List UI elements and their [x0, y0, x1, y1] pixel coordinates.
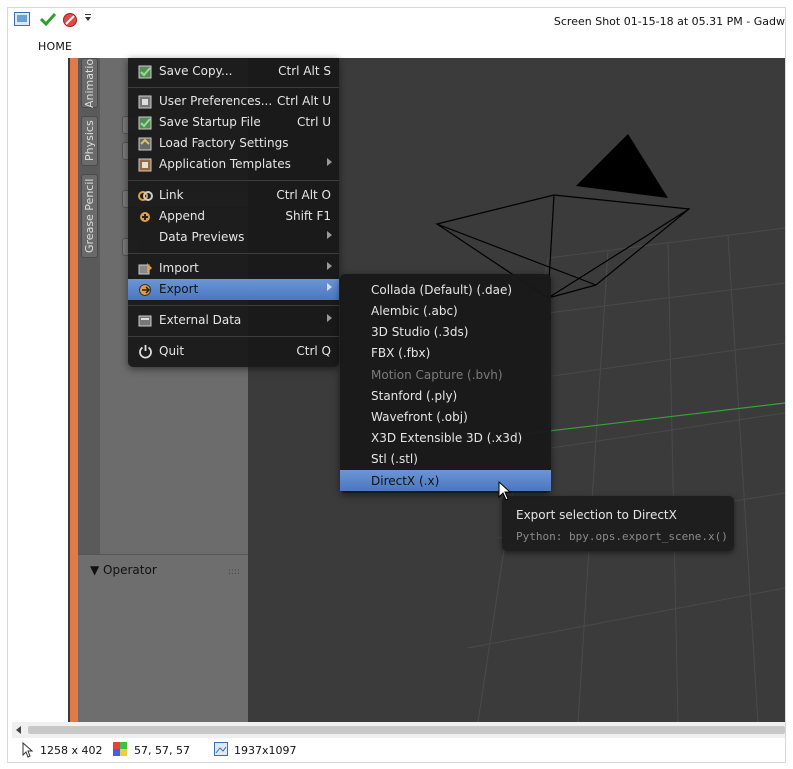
import-icon [137, 261, 153, 276]
image-size: 1937x1097 [234, 744, 297, 757]
menu-item-quit[interactable]: Quit Ctrl Q [128, 341, 339, 362]
scrollbar-thumb[interactable] [28, 726, 785, 734]
export-motion-capture: Motion Capture (.bvh) [371, 368, 503, 382]
export-x3d[interactable]: X3D Extensible 3D (.x3d) [340, 427, 551, 448]
image-margin [12, 58, 68, 722]
append-icon [137, 209, 153, 224]
tab-grease-pencil[interactable]: Grease Pencil [81, 174, 98, 258]
tooltip-python: Python: bpy.ops.export_scene.x() [516, 530, 728, 543]
menu-item-append[interactable]: Append Shift F1 [128, 206, 339, 227]
export-stanford[interactable]: Stanford (.ply) [340, 385, 551, 406]
title-bar: Screen Shot 01-15-18 at 05.31 PM - Gadw [8, 8, 785, 34]
menu-item-application-templates[interactable]: Application Templates [128, 154, 339, 175]
export-stl[interactable]: Stl (.stl) [340, 448, 551, 469]
menu-item-export[interactable]: Export [128, 279, 339, 300]
color-picker-icon [113, 742, 127, 759]
mouse-cursor-icon [498, 480, 512, 504]
export-collada[interactable]: Collada (Default) (.dae) [340, 279, 551, 300]
external-data-icon [137, 313, 153, 328]
menu-item-save-startup-file[interactable]: Save Startup File Ctrl U [128, 112, 339, 133]
preferences-icon [137, 94, 153, 109]
selection-size: 1258 x 402 [40, 744, 103, 757]
export-3d-studio[interactable]: 3D Studio (.3ds) [340, 321, 551, 342]
status-bar: 1258 x 402 57, 57, 57 1937x1097 [8, 738, 785, 762]
load-factory-icon [137, 136, 153, 151]
cancel-icon[interactable] [62, 12, 78, 28]
window-title: Screen Shot 01-15-18 at 05.31 PM - Gadw [553, 15, 785, 28]
color-value: 57, 57, 57 [134, 744, 190, 757]
menu-separator [128, 87, 339, 88]
export-wavefront[interactable]: Wavefront (.obj) [340, 406, 551, 427]
menu-item-external-data[interactable]: External Data [128, 310, 339, 331]
vertical-tabs: Animatio Physics Grease Pencil [78, 58, 100, 558]
tooltip-title: Export selection to DirectX [516, 508, 677, 522]
submenu-arrow-icon [327, 262, 332, 270]
menu-separator [128, 336, 339, 337]
menu-item-user-preferences[interactable]: User Preferences... Ctrl Alt U [128, 91, 339, 112]
menu-separator [128, 180, 339, 181]
export-icon [137, 282, 153, 297]
checkmark-icon[interactable] [40, 12, 56, 26]
tab-physics[interactable]: Physics [81, 116, 98, 166]
menu-item-load-factory-settings[interactable]: Load Factory Settings [128, 133, 339, 154]
file-menu: Save Copy... Ctrl Alt S User Preferences… [128, 58, 339, 367]
menu-item-link[interactable]: Link Ctrl Alt O [128, 185, 339, 206]
submenu-arrow-icon [327, 231, 332, 239]
orange-border [70, 58, 78, 722]
image-size-icon [214, 742, 228, 759]
menu-item-data-previews[interactable]: Data Previews [128, 227, 339, 248]
scroll-left-icon[interactable] [16, 726, 21, 734]
app-icon[interactable] [14, 12, 30, 26]
menu-separator [128, 253, 339, 254]
export-directx[interactable]: DirectX (.x) [340, 470, 551, 491]
operator-panel-label[interactable]: ▼ Operator [90, 563, 157, 577]
menu-item-save-copy[interactable]: Save Copy... Ctrl Alt S [128, 61, 339, 82]
templates-icon [137, 157, 153, 172]
menu-item-import[interactable]: Import [128, 258, 339, 279]
quick-access-dropdown-icon[interactable] [84, 14, 92, 22]
horizontal-scrollbar[interactable] [12, 722, 785, 738]
menu-separator [128, 305, 339, 306]
tooltip: Export selection to DirectX Python: bpy.… [502, 496, 734, 551]
power-icon [137, 344, 153, 359]
export-submenu: Collada (Default) (.dae) Alembic (.abc) … [340, 274, 551, 493]
pointer-icon [22, 741, 34, 761]
export-fbx[interactable]: FBX (.fbx) [340, 342, 551, 363]
tab-animation[interactable]: Animatio [81, 58, 98, 108]
operator-panel: ▼ Operator :::: [78, 554, 248, 722]
export-alembic[interactable]: Alembic (.abc) [340, 300, 551, 321]
tab-home[interactable]: HOME [38, 40, 72, 53]
ribbon: HOME [8, 34, 785, 58]
submenu-arrow-icon [327, 283, 332, 291]
save-copy-icon [137, 64, 153, 79]
save-startup-icon [137, 115, 153, 130]
link-icon [137, 188, 153, 203]
submenu-arrow-icon [327, 158, 332, 166]
submenu-arrow-icon [327, 314, 332, 322]
grip-icon[interactable]: :::: [228, 567, 240, 577]
